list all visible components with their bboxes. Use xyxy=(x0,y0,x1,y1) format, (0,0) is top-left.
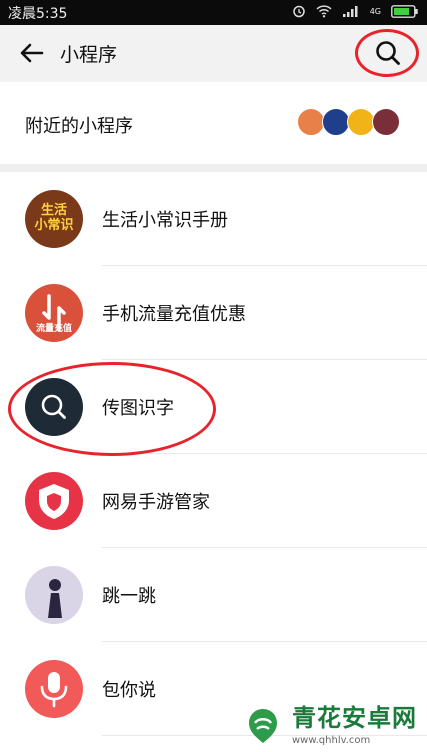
nearby-label: 附近的小程序 xyxy=(25,116,133,137)
watermark: 青花安卓网 www.qhhlv.com xyxy=(240,698,417,746)
nearby-logos xyxy=(297,108,400,136)
watermark-name: 青花安卓网 xyxy=(292,704,417,732)
shield-logo-icon xyxy=(25,472,83,530)
list-item[interactable]: 流量充值 手机流量充值优惠 xyxy=(0,266,427,360)
watermark-logo-icon xyxy=(249,709,277,743)
nearby-logo xyxy=(347,108,375,136)
item-name: 网易手游管家 xyxy=(102,492,210,513)
status-icons: 4G xyxy=(292,4,419,18)
status-time: 凌晨5:35 xyxy=(8,6,68,22)
watermark-url: www.qhhlv.com xyxy=(292,735,371,746)
data-recharge-logo-icon: 流量充值 xyxy=(25,284,83,342)
icon-text: 生活 小常识 xyxy=(34,203,74,233)
wifi-icon xyxy=(316,5,332,18)
item-name: 手机流量充值优惠 xyxy=(102,304,246,325)
battery-icon xyxy=(391,4,418,18)
nearby-logo xyxy=(322,108,350,136)
list-item[interactable]: 跳一跳 xyxy=(0,548,427,642)
microphone-logo-icon xyxy=(25,660,83,718)
nearby-logo xyxy=(297,108,325,136)
alarm-icon xyxy=(292,5,305,18)
list-item[interactable]: 网易手游管家 xyxy=(0,454,427,548)
item-name: 生活小常识手册 xyxy=(102,210,228,231)
data-recharge-logo-glyph xyxy=(25,284,83,342)
list-item[interactable]: 生活 小常识 生活小常识手册 xyxy=(0,172,427,266)
jump-figure-logo-glyph xyxy=(25,566,83,624)
life-tips-logo-icon: 生活 小常识 xyxy=(25,190,83,248)
highlight-circle-item xyxy=(8,362,216,456)
shield-logo-glyph xyxy=(25,472,83,530)
item-name: 跳一跳 xyxy=(102,586,156,607)
network-type: 4G xyxy=(369,6,381,16)
signal-icon xyxy=(342,6,358,17)
microphone-logo-glyph xyxy=(25,660,83,718)
page-title: 小程序 xyxy=(60,44,118,66)
nearby-mini-programs[interactable]: 附近的小程序 xyxy=(0,82,427,165)
item-name: 包你说 xyxy=(102,680,156,701)
section-divider xyxy=(0,164,427,172)
jump-figure-logo-icon xyxy=(25,566,83,624)
nearby-logo xyxy=(372,108,400,136)
highlight-circle-search xyxy=(355,29,419,77)
status-bar: 凌晨5:35 4G xyxy=(0,0,427,25)
back-arrow-icon[interactable] xyxy=(18,39,46,67)
